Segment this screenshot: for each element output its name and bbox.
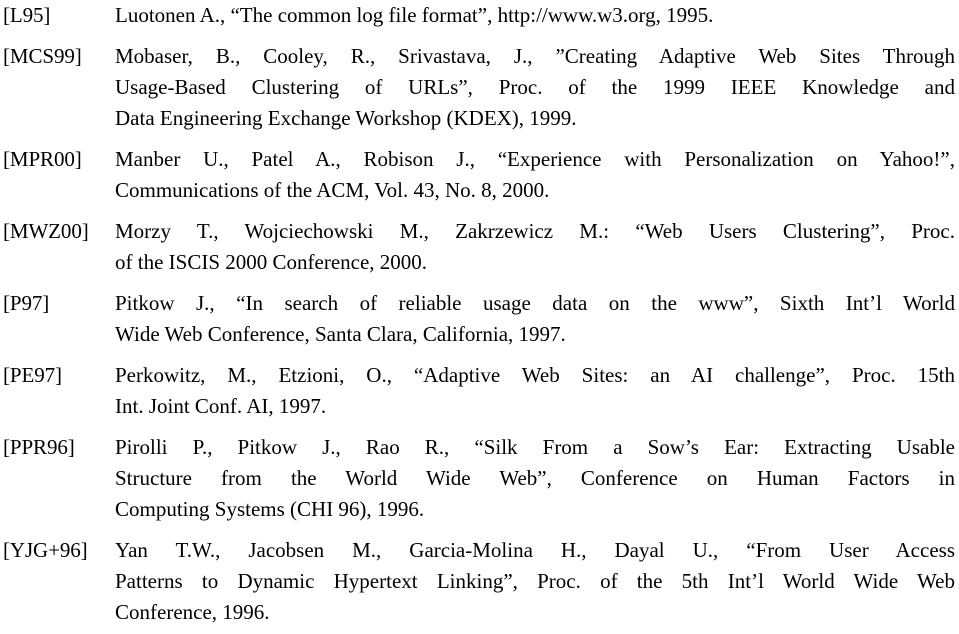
reference-line: Mobaser, B., Cooley, R., Srivastava, J.,… xyxy=(115,44,955,68)
reference-line: Luotonen A., “The common log file format… xyxy=(115,3,714,27)
reference-key: [L95] xyxy=(3,3,51,27)
reference-key: [YJG+96] xyxy=(3,538,88,562)
reference-line: Wide Web Conference, Santa Clara, Califo… xyxy=(115,322,566,346)
reference-line: Conference, 1996. xyxy=(115,600,270,624)
references-list: [L95] Luotonen A., “The common log file f… xyxy=(0,0,959,628)
reference-line: Perkowitz, M., Etzioni, O., “Adaptive We… xyxy=(115,363,955,387)
reference-entry: [MCS99] Mobaser, B., Cooley, R., Srivasta… xyxy=(0,41,959,134)
reference-key: [MPR00] xyxy=(3,147,82,171)
reference-key: [P97] xyxy=(3,291,50,315)
reference-line: Communications of the ACM, Vol. 43, No. … xyxy=(115,178,550,202)
reference-entry: [PE97] Perkowitz, M., Etzioni, O., “Adapt… xyxy=(0,360,959,422)
reference-text: Morzy T., Wojciechowski M., Zakrzewicz M… xyxy=(115,216,959,278)
reference-text: Manber U., Patel A., Robison J., “Experi… xyxy=(115,144,959,206)
reference-text: Pirolli P., Pitkow J., Rao R., “Silk Fro… xyxy=(115,432,959,525)
reference-line: Structure from the World Wide Web”, Conf… xyxy=(115,466,955,490)
reference-entry: [L95] Luotonen A., “The common log file f… xyxy=(0,0,959,31)
reference-line: Data Engineering Exchange Workshop (KDEX… xyxy=(115,106,577,130)
reference-text: Luotonen A., “The common log file format… xyxy=(115,0,959,31)
reference-key: [PPR96] xyxy=(3,435,75,459)
reference-line: Int. Joint Conf. AI, 1997. xyxy=(115,394,327,418)
reference-key: [PE97] xyxy=(3,363,62,387)
reference-line: Yan T.W., Jacobsen M., Garcia-Molina H.,… xyxy=(115,538,955,562)
reference-line: Manber U., Patel A., Robison J., “Experi… xyxy=(115,147,955,171)
reference-line: Computing Systems (CHI 96), 1996. xyxy=(115,497,425,521)
reference-line: Pirolli P., Pitkow J., Rao R., “Silk Fro… xyxy=(115,435,955,459)
reference-entry: [PPR96] Pirolli P., Pitkow J., Rao R., “S… xyxy=(0,432,959,525)
reference-line: Patterns to Dynamic Hypertext Linking”, … xyxy=(115,569,955,593)
reference-entry: [YJG+96] Yan T.W., Jacobsen M., Garcia-Mo… xyxy=(0,535,959,628)
reference-text: Perkowitz, M., Etzioni, O., “Adaptive We… xyxy=(115,360,959,422)
reference-key: [MWZ00] xyxy=(3,219,89,243)
reference-text: Yan T.W., Jacobsen M., Garcia-Molina H.,… xyxy=(115,535,959,628)
reference-key: [MCS99] xyxy=(3,44,82,68)
reference-line: Pitkow J., “In search of reliable usage … xyxy=(115,291,955,315)
reference-entry: [MPR00] Manber U., Patel A., Robison J., … xyxy=(0,144,959,206)
reference-line: Morzy T., Wojciechowski M., Zakrzewicz M… xyxy=(115,219,955,243)
reference-entry: [P97] Pitkow J., “In search of reliable u… xyxy=(0,288,959,350)
reference-entry: [MWZ00] Morzy T., Wojciechowski M., Zakrz… xyxy=(0,216,959,278)
reference-line: of the ISCIS 2000 Conference, 2000. xyxy=(115,250,428,274)
reference-text: Mobaser, B., Cooley, R., Srivastava, J.,… xyxy=(115,41,959,134)
reference-line: Usage-Based Clustering of URLs”, Proc. o… xyxy=(115,75,955,99)
reference-text: Pitkow J., “In search of reliable usage … xyxy=(115,288,959,350)
